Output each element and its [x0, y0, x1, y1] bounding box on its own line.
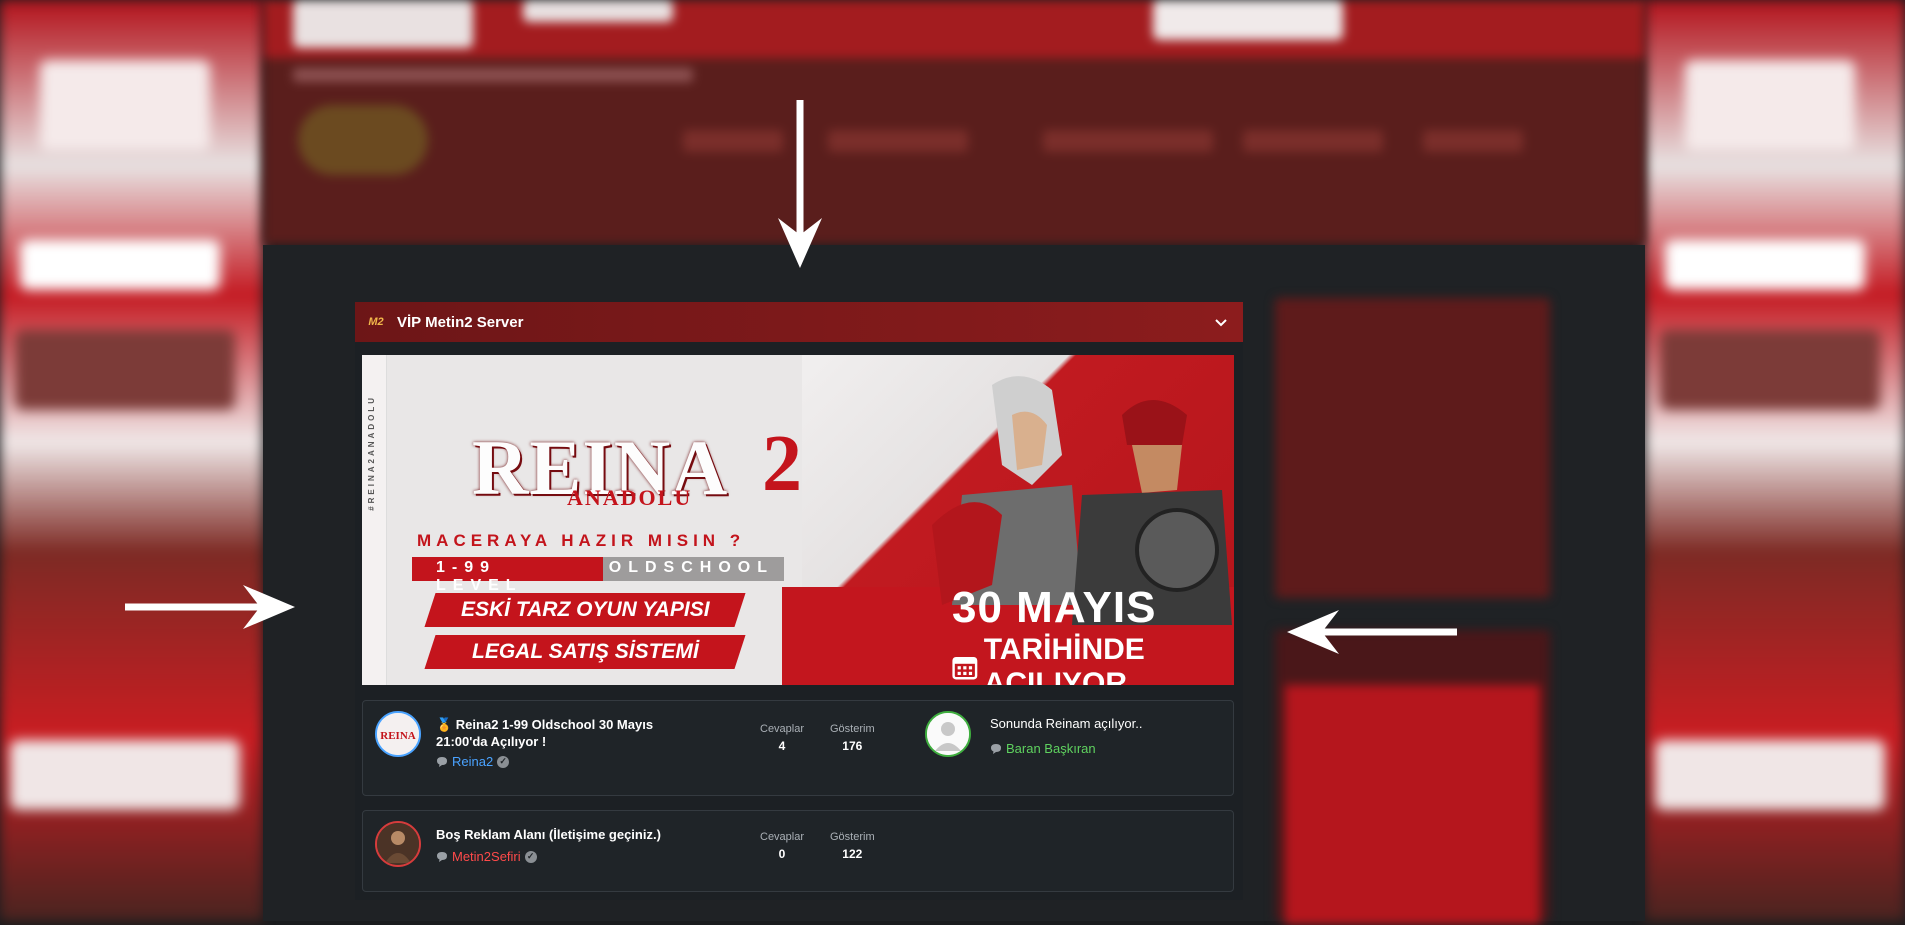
sidebar-ad-blurred	[1275, 630, 1550, 925]
verified-badge-icon: ✓	[524, 850, 537, 863]
topic-title[interactable]: 🏅 Reina2 1-99 Oldschool 30 Mayıs 21:00'd…	[436, 716, 676, 750]
arrow-icon	[125, 585, 295, 629]
background-ad-left	[0, 0, 263, 921]
comment-icon	[991, 743, 1001, 754]
banner-date: 30 MAYIS	[952, 583, 1157, 632]
last-post-user[interactable]: Baran Başkıran	[990, 741, 1096, 756]
banner-feature-chip: LEGAL SATIŞ SİSTEMİ	[424, 635, 746, 669]
avatar[interactable]	[375, 821, 421, 867]
banner-feature-chip: ESKİ TARZ OYUN YAPISI	[424, 593, 746, 627]
topic-author[interactable]: Metin2Sefiri ✓	[436, 849, 537, 864]
banner-tagline: MACERAYA HAZIR MISIN ?	[417, 531, 746, 550]
calendar-icon	[952, 656, 978, 680]
banner-date-sub: TARİHİNDE AÇILIYOR	[952, 633, 1234, 685]
banner-hashtag: #REINA2ANADOLU	[367, 395, 376, 511]
avatar[interactable]: REINA	[375, 711, 421, 757]
replies-count: Cevaplar 0	[760, 831, 805, 861]
views-count: Gösterim 176	[830, 723, 875, 753]
background-ad-right	[1645, 0, 1905, 921]
character-illustration	[932, 376, 1082, 605]
avatar[interactable]	[925, 711, 971, 757]
replies-count: Cevaplar 4	[760, 723, 805, 753]
comment-icon	[437, 851, 447, 862]
forum-section-title[interactable]: VİP Metin2 Server	[397, 314, 1209, 331]
banner-logo-number: 2	[762, 420, 802, 508]
topic-author[interactable]: Reina2 ✓	[436, 754, 510, 769]
comment-icon	[437, 756, 447, 767]
topic-title[interactable]: Boş Reklam Alanı (İletişime geçiniz.)	[436, 826, 736, 843]
last-post-title[interactable]: Sonunda Reinam açılıyor..	[990, 716, 1142, 731]
forum-section-header[interactable]: M2 VİP Metin2 Server	[355, 302, 1243, 342]
svg-text:REINA: REINA	[380, 730, 416, 742]
chevron-down-icon[interactable]	[1209, 310, 1233, 334]
metin2-logo-icon: M2	[368, 316, 384, 328]
arrow-icon	[1287, 610, 1457, 654]
verified-badge-icon: ✓	[497, 755, 510, 768]
banner-level-strip: 1-99 LEVEL OLDSCHOOL	[412, 557, 784, 594]
topic-row[interactable]: Boş Reklam Alanı (İletişime geçiniz.) Me…	[362, 810, 1234, 892]
sidebar-login-blurred	[1275, 298, 1550, 598]
site-header-blurred	[263, 0, 1645, 245]
views-count: Gösterim 122	[830, 831, 875, 861]
promo-banner[interactable]: #REINA2ANADOLU REINA 2 ANADOLU MACERAYA …	[362, 355, 1234, 685]
banner-logo-subtitle: ANADOLU	[567, 485, 693, 510]
topic-row[interactable]: REINA 🏅 Reina2 1-99 Oldschool 30 Mayıs 2…	[362, 700, 1234, 796]
arrow-icon	[778, 100, 822, 268]
